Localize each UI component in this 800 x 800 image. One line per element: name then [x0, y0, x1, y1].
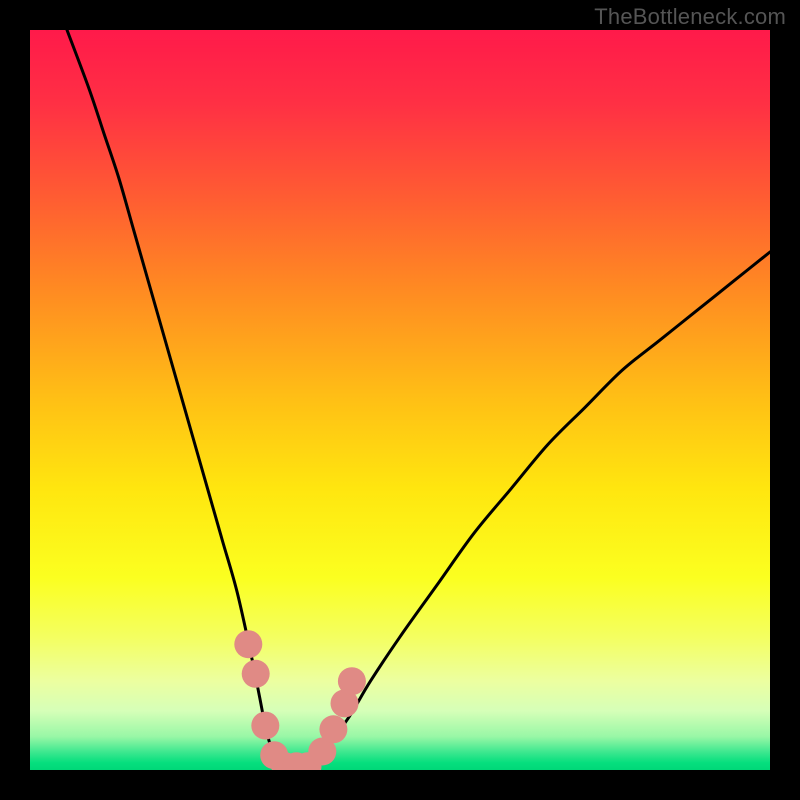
marker-dot — [242, 660, 270, 688]
watermark-text: TheBottleneck.com — [594, 4, 786, 30]
marker-dot — [251, 712, 279, 740]
chart-frame: TheBottleneck.com — [0, 0, 800, 800]
marker-dot — [319, 715, 347, 743]
marker-dot — [338, 667, 366, 695]
marker-dot — [234, 630, 262, 658]
plot-area — [30, 30, 770, 770]
highlight-markers — [30, 30, 770, 770]
